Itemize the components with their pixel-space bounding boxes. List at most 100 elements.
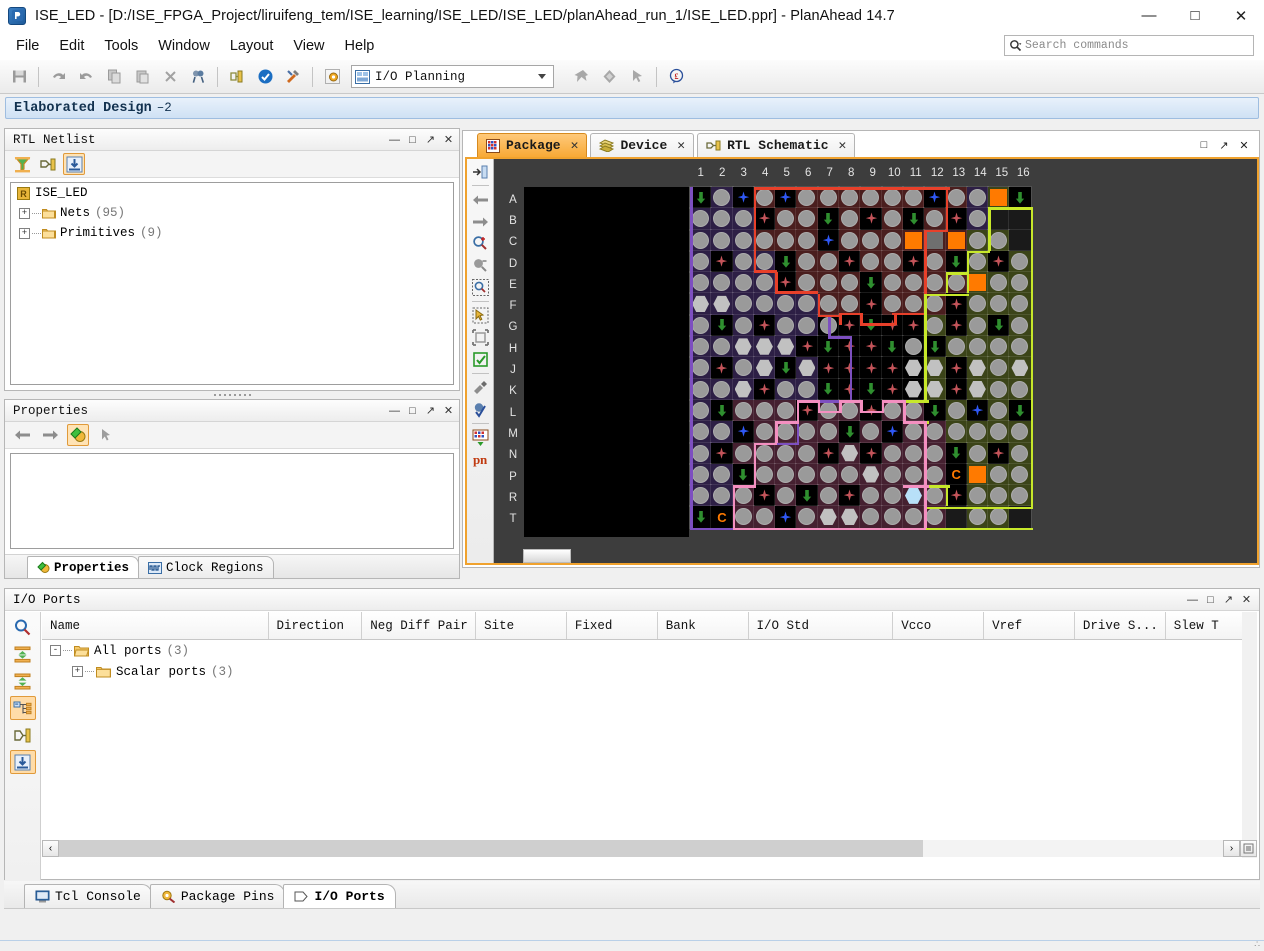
- float-icon[interactable]: ↗: [422, 402, 439, 419]
- tab-package[interactable]: Package ✕: [477, 133, 588, 157]
- rtl-netlist-tree[interactable]: R ISE_LED + Nets (95) + Primitives (9): [10, 182, 454, 385]
- hscroll-thumb[interactable]: [523, 549, 571, 563]
- package-pin-cell[interactable]: [987, 505, 1011, 529]
- package-pins-icon[interactable]: [469, 427, 492, 448]
- package-pin-cell[interactable]: [923, 207, 947, 231]
- package-pin-cell[interactable]: [965, 484, 990, 508]
- package-pin-cell[interactable]: [944, 377, 968, 401]
- package-pin-cell[interactable]: [838, 420, 862, 444]
- package-pin-cell[interactable]: [987, 420, 1011, 444]
- package-pin-cell[interactable]: [731, 249, 755, 274]
- menu-tools[interactable]: Tools: [94, 35, 148, 57]
- package-pin-cell[interactable]: [710, 313, 734, 338]
- package-pin-cell[interactable]: [838, 484, 862, 508]
- package-pin-cell[interactable]: [795, 462, 819, 487]
- expander-icon[interactable]: +: [72, 666, 83, 677]
- package-pin-cell[interactable]: [774, 441, 798, 465]
- properties-content[interactable]: [10, 453, 454, 549]
- package-pin-cell[interactable]: [880, 420, 904, 444]
- diamond-icon[interactable]: [596, 64, 622, 90]
- package-pin-cell[interactable]: [752, 185, 777, 210]
- package-pin-cell[interactable]: [795, 207, 819, 231]
- tab-device[interactable]: Device ✕: [590, 133, 695, 157]
- package-pin-cell[interactable]: [880, 185, 904, 210]
- check-icon[interactable]: [252, 64, 278, 90]
- package-pin-cell[interactable]: [752, 441, 777, 465]
- zoom-area-icon[interactable]: [469, 277, 492, 298]
- package-pin-cell[interactable]: [859, 462, 883, 487]
- package-pin-cell[interactable]: [965, 207, 990, 231]
- tab-rtl-schematic[interactable]: RTL Schematic ✕: [697, 133, 856, 157]
- package-pin-cell[interactable]: [710, 462, 734, 487]
- io-column-header[interactable]: Drive S...: [1075, 612, 1166, 639]
- package-pin-cell[interactable]: [752, 313, 777, 338]
- minimize-icon[interactable]: —: [1184, 591, 1201, 608]
- package-pin-cell[interactable]: [816, 462, 841, 487]
- menu-edit[interactable]: Edit: [49, 35, 94, 57]
- paste-icon[interactable]: [129, 64, 155, 90]
- io-column-header[interactable]: Bank: [658, 612, 749, 639]
- package-pin-cell[interactable]: [901, 249, 926, 274]
- package-pin-cell[interactable]: [944, 398, 968, 423]
- package-pin-cell[interactable]: [795, 228, 819, 252]
- package-pin-cell[interactable]: [923, 441, 947, 465]
- schematic-icon[interactable]: [224, 64, 250, 90]
- package-pin-cell[interactable]: [944, 335, 968, 359]
- chevron-down-icon[interactable]: [538, 74, 546, 79]
- package-pin-cell[interactable]: [816, 420, 841, 444]
- package-pin-cell[interactable]: [1008, 335, 1032, 359]
- package-pin-cell[interactable]: C: [944, 462, 968, 487]
- search-commands-box[interactable]: [1004, 35, 1254, 56]
- package-pin-cell[interactable]: [838, 398, 862, 423]
- package-pin-cell[interactable]: [816, 441, 841, 465]
- package-pin-cell[interactable]: [923, 462, 947, 487]
- package-pin-cell[interactable]: [923, 398, 947, 423]
- package-pin-cell[interactable]: [710, 249, 734, 274]
- package-pin-cell[interactable]: [859, 292, 883, 316]
- redo-icon[interactable]: [73, 64, 99, 90]
- package-pin-cell[interactable]: [795, 249, 819, 274]
- package-pin-cell[interactable]: [880, 271, 904, 295]
- package-pin-cell[interactable]: [795, 313, 819, 338]
- package-pin-cell[interactable]: [859, 505, 883, 529]
- menu-file[interactable]: File: [6, 35, 49, 57]
- io-column-header[interactable]: Neg Diff Pair: [362, 612, 477, 639]
- package-pin-cell[interactable]: [838, 505, 862, 529]
- package-pin-cell[interactable]: [944, 420, 968, 444]
- package-pin-cell[interactable]: [774, 185, 798, 210]
- package-pin-cell[interactable]: [901, 398, 926, 423]
- select-cursor-icon[interactable]: [95, 424, 117, 446]
- package-pin-cell[interactable]: [923, 249, 947, 274]
- port-schematic-icon[interactable]: [10, 723, 36, 747]
- package-pin-cell[interactable]: [752, 462, 777, 487]
- package-pin-cell[interactable]: [987, 185, 1011, 210]
- package-pin-cell[interactable]: [774, 356, 798, 380]
- tree-item-primitives[interactable]: + Primitives (9): [11, 223, 453, 243]
- package-pin-cell[interactable]: [731, 420, 755, 444]
- package-pin-cell[interactable]: [859, 484, 883, 508]
- expander-icon[interactable]: +: [19, 207, 30, 219]
- package-pin-cell[interactable]: [987, 398, 1011, 423]
- package-pin-cell[interactable]: [731, 505, 755, 529]
- package-pin-cell[interactable]: [901, 484, 926, 508]
- package-pin-cell[interactable]: [838, 292, 862, 316]
- package-pin-cell[interactable]: [731, 207, 755, 231]
- package-pin-cell[interactable]: [838, 249, 862, 274]
- close-icon[interactable]: ✕: [839, 138, 847, 153]
- package-pin-cell[interactable]: [901, 313, 926, 338]
- package-pin-cell[interactable]: [923, 377, 947, 401]
- package-hscroll[interactable]: [523, 549, 1257, 563]
- package-pin-cell[interactable]: [901, 462, 926, 487]
- auto-fit-icon[interactable]: [469, 349, 492, 370]
- package-pin-cell[interactable]: [774, 207, 798, 231]
- expander-icon[interactable]: +: [19, 227, 30, 239]
- package-pin-cell[interactable]: [795, 441, 819, 465]
- package-pin-cell[interactable]: [987, 271, 1011, 295]
- package-pin-cell[interactable]: [1008, 185, 1032, 210]
- select-area-icon[interactable]: [469, 305, 492, 326]
- package-pin-cell[interactable]: [688, 356, 713, 380]
- package-pin-cell[interactable]: [965, 505, 990, 529]
- package-pin-cell[interactable]: [774, 484, 798, 508]
- package-pin-cell[interactable]: [944, 292, 968, 316]
- package-pin-cell[interactable]: [795, 292, 819, 316]
